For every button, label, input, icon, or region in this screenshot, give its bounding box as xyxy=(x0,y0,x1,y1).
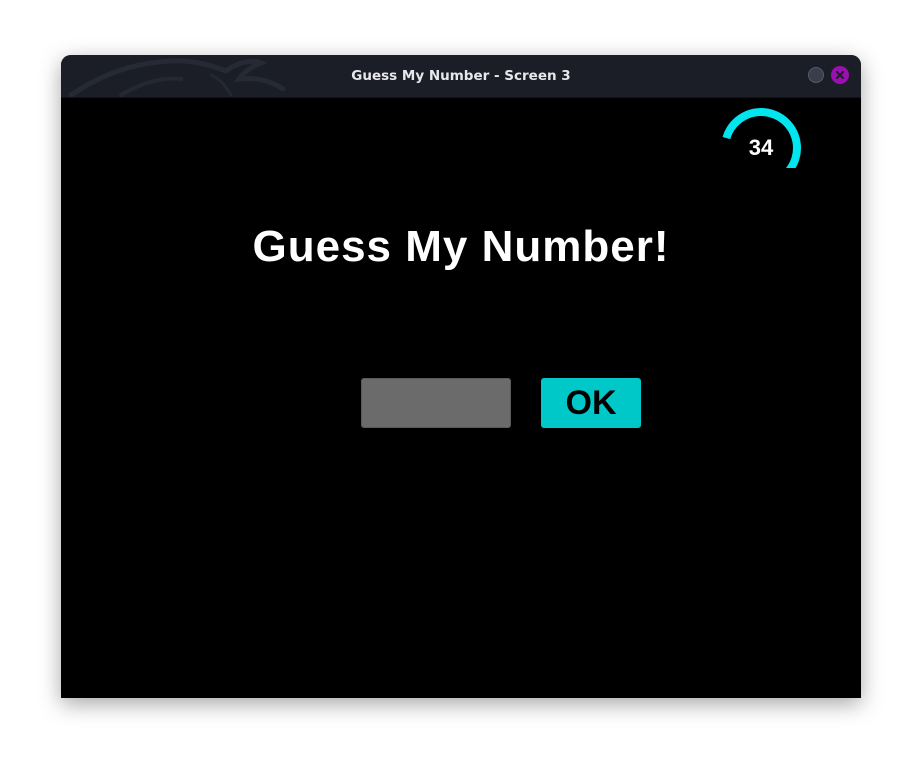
ok-button[interactable]: OK xyxy=(541,378,641,428)
game-screen: 34 Guess My Number! OK xyxy=(61,98,861,698)
minimize-circle-icon[interactable] xyxy=(808,67,824,83)
page-title: Guess My Number! xyxy=(252,222,670,271)
guess-input[interactable] xyxy=(361,378,511,428)
countdown-timer: 34 xyxy=(719,106,803,168)
app-window: Guess My Number - Screen 3 34 Guess My N… xyxy=(61,55,861,698)
timer-value: 34 xyxy=(748,135,774,160)
window-title: Guess My Number - Screen 3 xyxy=(351,68,571,84)
title-bar[interactable]: Guess My Number - Screen 3 xyxy=(61,55,861,98)
close-x-icon[interactable] xyxy=(831,66,849,84)
